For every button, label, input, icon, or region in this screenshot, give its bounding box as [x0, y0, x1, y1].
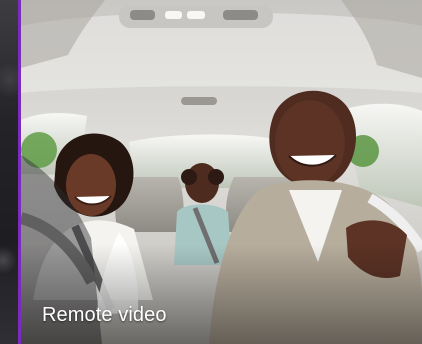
overhead-light: [223, 10, 258, 20]
family-car-photo: [21, 0, 422, 344]
caption-line-1: Remote video: [42, 304, 167, 326]
bottom-shadow: [21, 244, 422, 344]
left-dark-strip: [0, 0, 18, 344]
overhead-button-center: [165, 11, 182, 19]
rear-dome-light: [181, 97, 217, 105]
overhead-button-left: [130, 10, 155, 20]
caption-text: Remote video: [42, 303, 222, 327]
overhead-button-right: [187, 11, 205, 19]
video-card: Remote video: [0, 0, 422, 344]
family-car-illustration: [21, 0, 422, 344]
